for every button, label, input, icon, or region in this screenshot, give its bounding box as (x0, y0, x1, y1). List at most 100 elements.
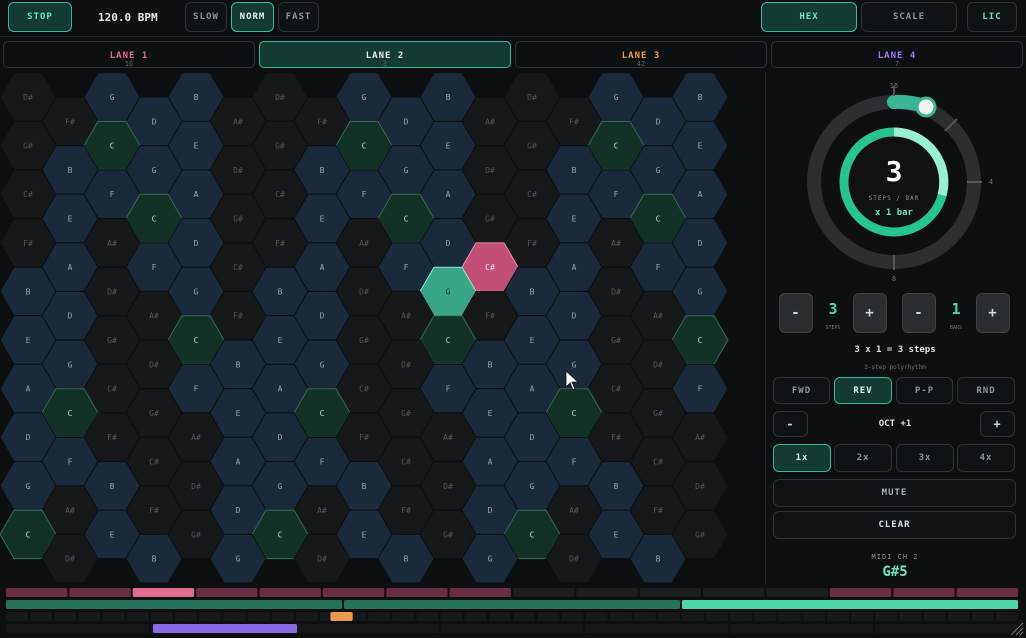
hex-cell-label: G# (485, 215, 495, 224)
hex-cell-label: D (488, 506, 493, 515)
resize-grip-icon[interactable] (1008, 620, 1024, 636)
lane3-step (851, 612, 874, 621)
hex-cell-label: G# (359, 336, 369, 345)
lane1-step (132, 588, 195, 597)
hex-cell-label: G (236, 555, 241, 564)
direction-rnd-button[interactable]: RND (957, 377, 1015, 404)
lane-timeline[interactable] (0, 585, 1026, 638)
tab-hex[interactable]: HEX (761, 2, 857, 32)
dial-steps-label: STEPS / BAR (868, 195, 920, 202)
tab-lane-3[interactable]: LANE 3 42 (515, 41, 767, 68)
hex-cell-label: C# (401, 458, 411, 467)
lane3-step (126, 612, 149, 621)
dial-handle[interactable] (915, 96, 937, 118)
lane2-segment (682, 600, 1018, 609)
hex-cell-label: C (362, 142, 367, 151)
octave-plus-button[interactable]: + (980, 411, 1015, 437)
lane3-step (730, 612, 753, 621)
bars-plus-button[interactable]: + (976, 293, 1010, 333)
hex-cell-label: A# (653, 312, 663, 321)
tab-lane-4[interactable]: LANE 4 7 (771, 41, 1023, 68)
hex-cell-label: G (320, 360, 325, 369)
hex-note-grid[interactable]: D# G B D# G B D# G B F# D A# F# D A# F# D G# C E G# C E G# C E B G D… (0, 72, 764, 584)
hex-cell-label: G# (233, 215, 243, 224)
lane3-step (368, 612, 391, 621)
direction-pp-button[interactable]: P-P (896, 377, 953, 404)
lane2-segment (344, 600, 680, 609)
hex-cell-label: G (614, 93, 619, 102)
rate-1x-button[interactable]: 1x (773, 444, 831, 472)
hex-cell-label: D# (569, 555, 579, 564)
hex-cell-label: A# (233, 117, 243, 126)
lane2-segment (6, 600, 342, 609)
hex-cell-label: A (194, 190, 199, 199)
hex-cell-label: B (26, 287, 31, 296)
mute-button[interactable]: MUTE (773, 479, 1016, 507)
hex-cell-label: B (236, 360, 241, 369)
speed-slow-button[interactable]: SLOW (185, 2, 227, 32)
hex-cell-label: D# (485, 166, 495, 175)
rate-2x-button[interactable]: 2x (834, 444, 892, 472)
tab-lane-1[interactable]: LANE 1 16 (3, 41, 255, 68)
bars-label: BARS (949, 325, 963, 331)
hex-cell-label: F (110, 190, 115, 199)
dial-tick-bottom-label: 8 (891, 275, 897, 283)
lane1-step (639, 588, 702, 597)
hex-cell-label: D (698, 239, 703, 248)
hex-cell-label: D# (107, 287, 117, 296)
hex-cell-label: G (68, 360, 73, 369)
hex-cell-label: D (278, 433, 283, 442)
hex-cell-label: B (614, 482, 619, 491)
hex-cell-label: D (656, 117, 661, 126)
stop-button[interactable]: STOP (8, 2, 72, 32)
hex-cell-label: C# (611, 385, 621, 394)
hex-cell-label: B (572, 166, 577, 175)
lane3-step (802, 612, 825, 621)
direction-rev-button[interactable]: REV (834, 377, 892, 404)
hex-cell-label: C (278, 530, 283, 539)
hex-cell-label: A# (569, 506, 579, 515)
dial-bars-text: x 1 bar (875, 208, 913, 218)
lane4-step (730, 624, 874, 633)
lane3-step (585, 612, 608, 621)
bars-minus-button[interactable]: - (902, 293, 936, 333)
hex-cell-label: A (530, 385, 535, 394)
steps-plus-button[interactable]: + (853, 293, 887, 333)
hex-cell-label: G (488, 555, 493, 564)
hex-cell-label: B (194, 93, 199, 102)
lic-button[interactable]: LIC (967, 2, 1017, 32)
lane4-bar (153, 624, 298, 633)
hex-cell-label: G (278, 482, 283, 491)
octave-minus-button[interactable]: - (773, 411, 808, 437)
lane4-step (295, 624, 439, 633)
steps-label: STEPS (825, 325, 841, 331)
bpm-display[interactable]: 120.0 BPM (98, 11, 158, 24)
rate-4x-button[interactable]: 4x (957, 444, 1015, 472)
hex-cell-label: B (446, 93, 451, 102)
hex-cell-label: G (362, 93, 367, 102)
tab-lane-2[interactable]: LANE 2 3 (259, 41, 511, 68)
lane3-step (6, 612, 29, 621)
lane4-step (875, 624, 1018, 633)
lane1-step (513, 588, 575, 597)
lane3-step (537, 612, 560, 621)
hex-cell-label: E (614, 530, 619, 539)
steps-minus-button[interactable]: - (779, 293, 813, 333)
speed-norm-button[interactable]: NORM (231, 2, 274, 32)
rate-3x-button[interactable]: 3x (896, 444, 954, 472)
hex-cell-label: B (278, 287, 283, 296)
tab-scale[interactable]: SCALE (861, 2, 957, 32)
hex-cell-label: F# (653, 506, 663, 515)
direction-fwd-button[interactable]: FWD (773, 377, 830, 404)
lane3-step (295, 612, 318, 621)
clear-button[interactable]: CLEAR (773, 511, 1016, 539)
hex-cell-label: F# (611, 433, 621, 442)
hex-cell-label: A# (695, 433, 705, 442)
hex-cell-label: F# (401, 506, 411, 515)
hex-cell-label: E (698, 142, 703, 151)
hex-cell-label: B (152, 555, 157, 564)
hex-cell-label: D# (359, 287, 369, 296)
panel-divider (765, 72, 766, 584)
speed-fast-button[interactable]: FAST (278, 2, 319, 32)
lane3-step (682, 612, 705, 621)
